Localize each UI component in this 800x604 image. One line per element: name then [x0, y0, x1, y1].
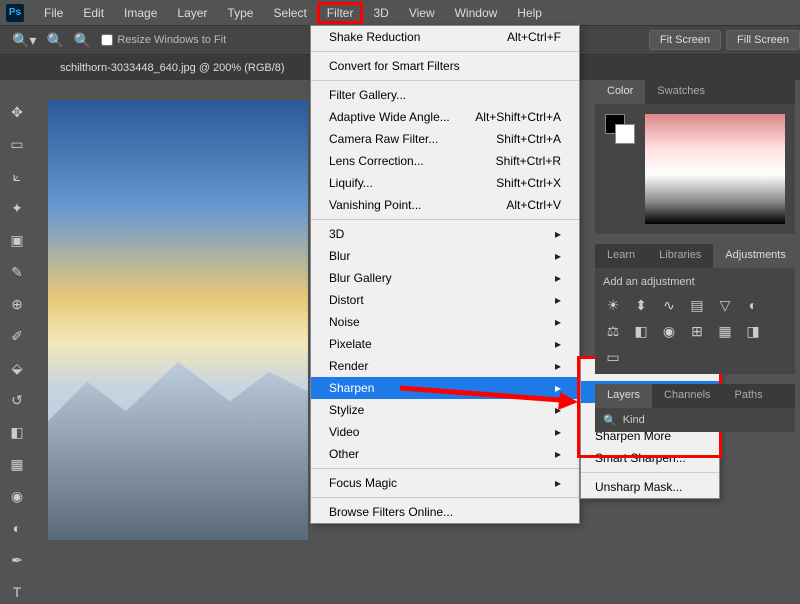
- dd-video[interactable]: Video▸: [311, 421, 579, 443]
- dd-render[interactable]: Render▸: [311, 355, 579, 377]
- exposure-icon[interactable]: ▤: [687, 296, 707, 314]
- menu-filter[interactable]: Filter: [317, 2, 364, 24]
- layers-filter-bar: 🔍 Kind: [595, 408, 795, 432]
- dd-pixelate[interactable]: Pixelate▸: [311, 333, 579, 355]
- fill-screen-button[interactable]: Fill Screen: [726, 30, 800, 50]
- zoom-tool-icon[interactable]: 🔍▾: [12, 32, 36, 49]
- sub-smart-sharpen[interactable]: Smart Sharpen...: [581, 447, 719, 469]
- type-tool-icon[interactable]: T: [5, 580, 29, 604]
- bw-icon[interactable]: ◧: [631, 322, 651, 340]
- tab-layers[interactable]: Layers: [595, 384, 652, 408]
- eyedropper-tool-icon[interactable]: ✎: [5, 260, 29, 284]
- tab-swatches[interactable]: Swatches: [645, 80, 717, 104]
- resize-label: Resize Windows to Fit: [117, 34, 226, 46]
- tools-panel: ✥ ▭ ⟀ ✦ ▣ ✎ ⊕ ✐ ⬙ ↺ ◧ ▦ ◉ ◐ ✒ T: [5, 100, 37, 604]
- dd-browse-filters[interactable]: Browse Filters Online...: [311, 501, 579, 523]
- wand-tool-icon[interactable]: ✦: [5, 196, 29, 220]
- invert-icon[interactable]: ◨: [743, 322, 763, 340]
- menu-type[interactable]: Type: [217, 2, 263, 24]
- right-panels: Color Swatches Learn Libraries Adjustmen…: [595, 80, 795, 432]
- gradient-tool-icon[interactable]: ▦: [5, 452, 29, 476]
- history-brush-icon[interactable]: ↺: [5, 388, 29, 412]
- brightness-icon[interactable]: ☀: [603, 296, 623, 314]
- tab-color[interactable]: Color: [595, 80, 645, 104]
- dd-blur-gallery[interactable]: Blur Gallery▸: [311, 267, 579, 289]
- canvas-image: [48, 100, 308, 540]
- adjustments-panel: Add an adjustment ☀ ⬍ ∿ ▤ ▽ ◐ ⚖ ◧ ◉ ⊞ ▦ …: [595, 268, 795, 374]
- marquee-tool-icon[interactable]: ▭: [5, 132, 29, 156]
- zoom-out-icon[interactable]: 🔍: [74, 32, 91, 49]
- foreground-swatch[interactable]: [605, 114, 625, 134]
- document-tab[interactable]: schilthorn-3033448_640.jpg @ 200% (RGB/8…: [50, 58, 295, 78]
- filter-dropdown: Shake ReductionAlt+Ctrl+F Convert for Sm…: [310, 25, 580, 524]
- channel-mixer-icon[interactable]: ⊞: [687, 322, 707, 340]
- resize-windows-checkbox[interactable]: Resize Windows to Fit: [101, 34, 226, 46]
- lasso-tool-icon[interactable]: ⟀: [5, 164, 29, 188]
- tab-learn[interactable]: Learn: [595, 244, 647, 268]
- move-tool-icon[interactable]: ✥: [5, 100, 29, 124]
- ps-logo: Ps: [6, 4, 24, 22]
- stamp-tool-icon[interactable]: ⬙: [5, 356, 29, 380]
- dd-convert-smart[interactable]: Convert for Smart Filters: [311, 55, 579, 77]
- fit-screen-button[interactable]: Fit Screen: [649, 30, 721, 50]
- crop-tool-icon[interactable]: ▣: [5, 228, 29, 252]
- dd-lens-correction[interactable]: Lens Correction...Shift+Ctrl+R: [311, 150, 579, 172]
- tab-paths[interactable]: Paths: [723, 384, 775, 408]
- dd-filter-gallery[interactable]: Filter Gallery...: [311, 84, 579, 106]
- menu-image[interactable]: Image: [114, 2, 167, 24]
- pen-tool-icon[interactable]: ✒: [5, 548, 29, 572]
- menu-edit[interactable]: Edit: [73, 2, 114, 24]
- kind-filter-icon[interactable]: 🔍: [603, 414, 617, 427]
- dodge-tool-icon[interactable]: ◐: [5, 516, 29, 540]
- menu-layer[interactable]: Layer: [167, 2, 217, 24]
- tab-channels[interactable]: Channels: [652, 384, 722, 408]
- tab-adjustments[interactable]: Adjustments: [713, 244, 798, 268]
- zoom-in-icon[interactable]: 🔍: [46, 32, 63, 49]
- dd-blur[interactable]: Blur▸: [311, 245, 579, 267]
- posterize-icon[interactable]: ▭: [603, 348, 623, 366]
- dd-shake-reduction[interactable]: Shake ReductionAlt+Ctrl+F: [311, 26, 579, 48]
- menu-view[interactable]: View: [399, 2, 445, 24]
- dd-noise[interactable]: Noise▸: [311, 311, 579, 333]
- dd-sharpen[interactable]: Sharpen▸: [311, 377, 579, 399]
- dd-3d[interactable]: 3D▸: [311, 223, 579, 245]
- curves-icon[interactable]: ∿: [659, 296, 679, 314]
- dd-stylize[interactable]: Stylize▸: [311, 399, 579, 421]
- levels-icon[interactable]: ⬍: [631, 296, 651, 314]
- brush-tool-icon[interactable]: ✐: [5, 324, 29, 348]
- dd-focus-magic[interactable]: Focus Magic▸: [311, 472, 579, 494]
- photo-filter-icon[interactable]: ◉: [659, 322, 679, 340]
- tab-libraries[interactable]: Libraries: [647, 244, 713, 268]
- hue-icon[interactable]: ◐: [743, 296, 763, 314]
- menu-3d[interactable]: 3D: [363, 2, 398, 24]
- add-adjustment-label: Add an adjustment: [603, 276, 787, 288]
- blur-tool-icon[interactable]: ◉: [5, 484, 29, 508]
- sub-unsharp-mask[interactable]: Unsharp Mask...: [581, 476, 719, 498]
- colorbalance-icon[interactable]: ⚖: [603, 322, 623, 340]
- dd-other[interactable]: Other▸: [311, 443, 579, 465]
- color-panel: [595, 104, 795, 234]
- color-picker[interactable]: [645, 114, 785, 224]
- eraser-tool-icon[interactable]: ◧: [5, 420, 29, 444]
- dd-distort[interactable]: Distort▸: [311, 289, 579, 311]
- dd-vanishing-point[interactable]: Vanishing Point...Alt+Ctrl+V: [311, 194, 579, 216]
- lookup-icon[interactable]: ▦: [715, 322, 735, 340]
- menu-file[interactable]: File: [34, 2, 73, 24]
- dd-liquify[interactable]: Liquify...Shift+Ctrl+X: [311, 172, 579, 194]
- menu-window[interactable]: Window: [445, 2, 508, 24]
- menu-help[interactable]: Help: [507, 2, 552, 24]
- menu-select[interactable]: Select: [263, 2, 316, 24]
- mountain-graphic: [48, 342, 308, 540]
- kind-label: Kind: [623, 414, 645, 426]
- vibrance-icon[interactable]: ▽: [715, 296, 735, 314]
- dd-camera-raw[interactable]: Camera Raw Filter...Shift+Ctrl+A: [311, 128, 579, 150]
- dd-adaptive-wide[interactable]: Adaptive Wide Angle...Alt+Shift+Ctrl+A: [311, 106, 579, 128]
- menubar: Ps File Edit Image Layer Type Select Fil…: [0, 0, 800, 25]
- heal-tool-icon[interactable]: ⊕: [5, 292, 29, 316]
